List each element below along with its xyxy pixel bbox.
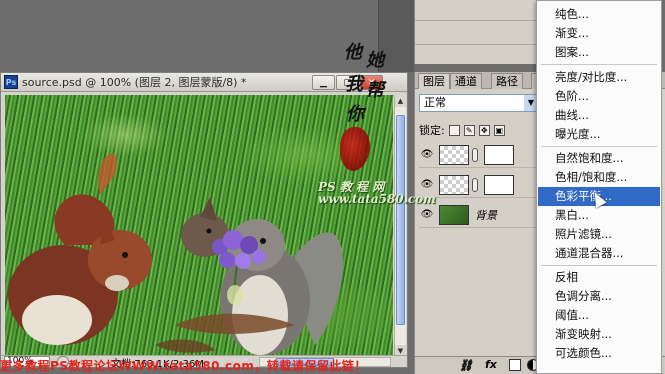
- blend-mode-value: 正常: [424, 96, 446, 109]
- middle-squirrel-eye: [206, 228, 212, 234]
- photoshop-icon: Ps: [4, 75, 18, 89]
- calligraphy-char: 她: [366, 50, 384, 71]
- lock-pixels-icon[interactable]: ✎: [463, 124, 475, 136]
- left-squirrel-eye: [122, 252, 128, 258]
- layer-style-icon[interactable]: fx: [485, 358, 497, 371]
- menu-item-selective-color[interactable]: 可选颜色...: [538, 344, 660, 363]
- right-squirrel-eye: [260, 238, 266, 244]
- menu-item-black-white[interactable]: 黑白...: [538, 206, 660, 225]
- layer-mask-thumbnail[interactable]: [484, 144, 514, 165]
- middle-squirrel-ear: [200, 197, 217, 221]
- scroll-thumb[interactable]: [396, 115, 405, 325]
- calligraphy-char: 我: [345, 74, 363, 95]
- document-title: source.psd @ 100% (图层 2, 图层蒙版/8) *: [22, 76, 247, 89]
- red-seal-stamp: [340, 127, 370, 171]
- menu-item-gradient-map[interactable]: 渐变映射...: [538, 325, 660, 344]
- menu-separator: [541, 146, 657, 147]
- menu-item-gradient[interactable]: 渐变...: [538, 24, 660, 43]
- layer-row[interactable]: 👁: [419, 142, 543, 168]
- panel-divider: [415, 44, 536, 45]
- menu-item-brightness-contrast[interactable]: 亮度/对比度...: [538, 68, 660, 87]
- scroll-up-arrow[interactable]: ▲: [395, 95, 406, 107]
- eye-icon[interactable]: 👁: [419, 147, 435, 163]
- menu-separator: [541, 265, 657, 266]
- vertical-scrollbar[interactable]: ▲ ▼: [394, 95, 406, 357]
- layer-row[interactable]: 👁 背景: [419, 202, 543, 228]
- calligraphy-char: 帮: [366, 80, 384, 101]
- layer-mask-thumbnail[interactable]: [484, 174, 514, 195]
- layer-thumbnail[interactable]: [439, 204, 469, 225]
- blend-mode-select[interactable]: 正常 ▼: [419, 94, 539, 112]
- left-squirrel-belly: [22, 295, 92, 345]
- menu-item-hue-saturation[interactable]: 色相/饱和度...: [538, 168, 660, 187]
- lock-row: 锁定: ✎ ✥ ▣: [419, 122, 505, 138]
- eye-icon[interactable]: 👁: [419, 207, 435, 223]
- left-squirrel-paws: [105, 275, 129, 291]
- menu-item-threshold[interactable]: 阈值...: [538, 306, 660, 325]
- squirrels-photo: [8, 153, 343, 355]
- menu-item-solid-color[interactable]: 纯色...: [538, 5, 660, 24]
- link-icon[interactable]: [472, 177, 478, 192]
- tab-channels[interactable]: 通道: [450, 73, 482, 89]
- tab-paths[interactable]: 路径: [491, 73, 523, 89]
- lock-position-icon[interactable]: ✥: [478, 124, 490, 136]
- brand-url-watermark: www.tata580.com: [318, 192, 436, 206]
- lock-label: 锁定:: [419, 124, 445, 137]
- image-canvas[interactable]: [5, 95, 393, 357]
- upper-right-panel: [414, 0, 536, 64]
- dry-leaf: [155, 339, 215, 353]
- menu-item-vibrance[interactable]: 自然饱和度...: [538, 149, 660, 168]
- link-icon[interactable]: [472, 147, 478, 162]
- menu-item-exposure[interactable]: 曝光度...: [538, 125, 660, 144]
- menu-item-invert[interactable]: 反相: [538, 268, 660, 287]
- menu-separator: [541, 64, 657, 65]
- add-mask-icon[interactable]: [509, 359, 521, 371]
- link-layers-icon[interactable]: ⛓: [459, 359, 473, 372]
- calligraphy-char: 他: [344, 42, 362, 63]
- lock-all-icon[interactable]: ▣: [493, 124, 505, 136]
- layer-thumbnail[interactable]: [439, 174, 469, 195]
- adjustment-menu[interactable]: 纯色... 渐变... 图案... 亮度/对比度... 色阶... 曲线... …: [536, 0, 662, 374]
- eye-icon[interactable]: 👁: [419, 177, 435, 193]
- layer-name: 背景: [475, 208, 497, 222]
- layer-row[interactable]: 👁: [419, 172, 543, 198]
- calligraphy-char: 你: [346, 104, 364, 125]
- menu-item-posterize[interactable]: 色调分离...: [538, 287, 660, 306]
- menu-item-pattern[interactable]: 图案...: [538, 43, 660, 62]
- minimize-button[interactable]: ▁: [312, 75, 335, 90]
- lock-transparency-icon[interactable]: [448, 124, 460, 136]
- menu-item-channel-mixer[interactable]: 通道混合器...: [538, 244, 660, 263]
- squirrel-ear-fur: [98, 153, 117, 195]
- bottom-watermark: 更多教程PS教程论坛WWW.tata580.com，转载请保留此链！: [0, 359, 367, 373]
- layer-thumbnail[interactable]: [439, 144, 469, 165]
- menu-item-curves[interactable]: 曲线...: [538, 106, 660, 125]
- menu-item-photo-filter[interactable]: 照片滤镜...: [538, 225, 660, 244]
- panel-divider: [415, 20, 536, 21]
- tab-layers[interactable]: 图层: [418, 73, 450, 89]
- menu-item-levels[interactable]: 色阶...: [538, 87, 660, 106]
